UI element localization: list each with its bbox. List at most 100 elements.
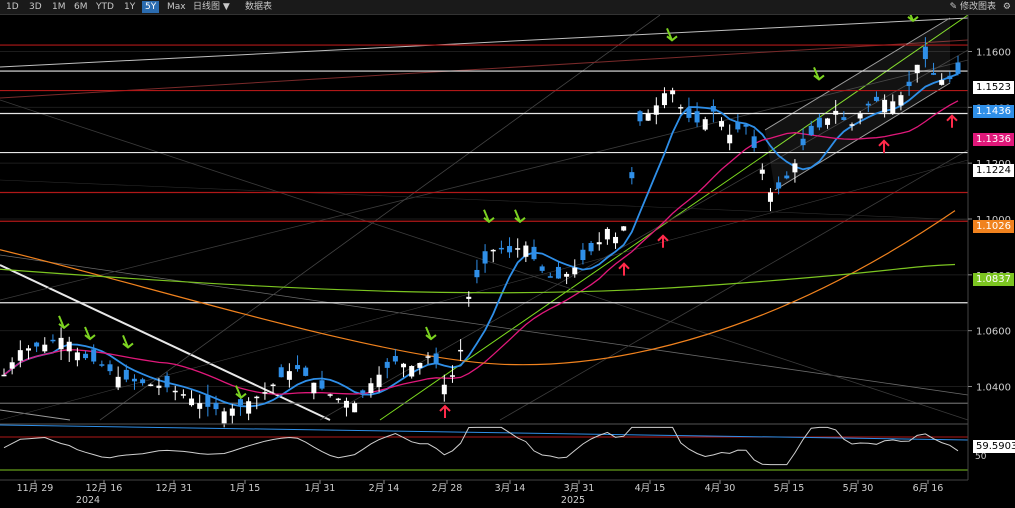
trend-line — [0, 409, 71, 421]
x-tick-label: 4月 15 — [635, 483, 666, 494]
candle-body — [702, 119, 708, 130]
candle-body — [295, 365, 301, 370]
sell-signal-arrow — [813, 67, 825, 81]
period-1d-button[interactable]: 1D — [6, 1, 19, 13]
candle-body — [482, 251, 488, 264]
candle-body — [694, 111, 700, 123]
price-badge: 1.1224 — [973, 164, 1014, 178]
candle-body — [262, 392, 268, 394]
candle-body — [270, 384, 276, 387]
candle-body — [588, 243, 594, 252]
candle-body — [42, 344, 48, 352]
x-tick-label: 2月 28 — [432, 483, 463, 494]
sell-signal-arrow — [84, 326, 96, 341]
candle-body — [246, 401, 252, 414]
candle-body — [719, 121, 725, 127]
period-6m-button[interactable]: 6M — [74, 1, 88, 13]
period-1m-button[interactable]: 1M — [52, 1, 66, 13]
period-1y-button[interactable]: 1Y — [124, 1, 135, 13]
rsi-line — [3, 426, 959, 466]
candle-body — [83, 353, 89, 359]
x-tick-label: 12月 31 — [156, 483, 193, 494]
sell-signal-arrow — [514, 209, 526, 224]
trend-line — [99, 15, 661, 421]
chart-type-dropdown[interactable]: 日线图 ▼ — [193, 1, 230, 13]
candle-body — [661, 93, 667, 106]
x-tick-label: 1月 31 — [305, 483, 336, 494]
candle-body — [107, 364, 113, 372]
data-table-button[interactable]: 数据表 — [245, 1, 272, 13]
candle-body — [449, 375, 455, 377]
candle-body — [939, 80, 945, 85]
edit-chart-button[interactable]: ✎ 修改图表 — [950, 2, 996, 12]
sell-signal-arrow — [58, 315, 70, 330]
candle-body — [808, 125, 814, 136]
candle-body — [164, 375, 170, 388]
candle-body — [466, 296, 472, 299]
candle-body — [474, 269, 480, 278]
candle-body — [392, 356, 398, 362]
period-ytd-button[interactable]: YTD — [96, 1, 114, 13]
candle-body — [237, 399, 243, 406]
x-tick-label: 2月 14 — [369, 483, 400, 494]
price-badge: 1.1436 — [973, 105, 1014, 119]
candle-body — [376, 374, 382, 388]
trend-line — [0, 39, 969, 99]
buy-signal-arrow — [878, 139, 890, 153]
candle-body — [433, 353, 439, 364]
x-tick-label: 6月 16 — [913, 483, 944, 494]
trend-line — [0, 159, 969, 421]
candle-body — [131, 378, 137, 382]
sell-signal-arrow — [235, 385, 247, 399]
candle-body — [343, 400, 349, 408]
gear-icon[interactable]: ⚙ — [1003, 2, 1011, 12]
price-chart[interactable]: 50 1.16001.14001.12001.10001.08001.06001… — [0, 15, 1015, 508]
candle-body — [360, 390, 366, 394]
candle-body — [140, 379, 146, 384]
candle-body — [34, 342, 40, 347]
year-label: 2025 — [561, 495, 585, 506]
candle-body — [596, 242, 602, 245]
candle-body — [148, 384, 154, 387]
x-tick-label: 11月 29 — [17, 483, 54, 494]
candle-body — [303, 367, 309, 376]
y-tick-label: 1.0400 — [976, 383, 1011, 394]
buy-signal-arrow — [439, 404, 451, 419]
trend-line — [0, 264, 331, 421]
trend-line — [0, 17, 969, 68]
candle-body — [621, 226, 627, 231]
candle-body — [115, 376, 121, 388]
candle-body — [50, 339, 56, 342]
candle-body — [776, 182, 782, 189]
period-3d-button[interactable]: 3D — [29, 1, 42, 13]
candle-body — [352, 403, 358, 413]
candle-body — [221, 411, 227, 424]
candle-body — [727, 134, 733, 144]
x-tick-label: 3月 14 — [495, 483, 526, 494]
candle-body — [335, 398, 341, 401]
candle-body — [833, 110, 839, 115]
period-max-button[interactable]: Max — [167, 1, 186, 13]
candle-body — [254, 396, 260, 399]
x-tick-label: 1月 15 — [230, 483, 261, 494]
x-tick-label: 3月 31 — [564, 483, 595, 494]
candle-body — [368, 383, 374, 394]
candle-body — [743, 124, 749, 127]
candle-body — [507, 246, 513, 253]
sell-signal-arrow — [907, 15, 919, 23]
candle-body — [914, 64, 920, 74]
candle-body — [123, 369, 129, 380]
candle-body — [286, 371, 292, 380]
candle-body — [172, 390, 178, 393]
candle-body — [637, 111, 643, 122]
candle-body — [653, 105, 659, 115]
candle-body — [955, 62, 961, 74]
year-label: 2024 — [76, 495, 100, 506]
candle-body — [922, 46, 928, 60]
candle-body — [613, 236, 619, 244]
candle-body — [197, 403, 203, 409]
rsi-value-badge: 59.5903 — [973, 440, 1015, 453]
candle-body — [759, 169, 765, 174]
period-5y-button[interactable]: 5Y — [142, 1, 160, 13]
candle-body — [555, 266, 561, 279]
